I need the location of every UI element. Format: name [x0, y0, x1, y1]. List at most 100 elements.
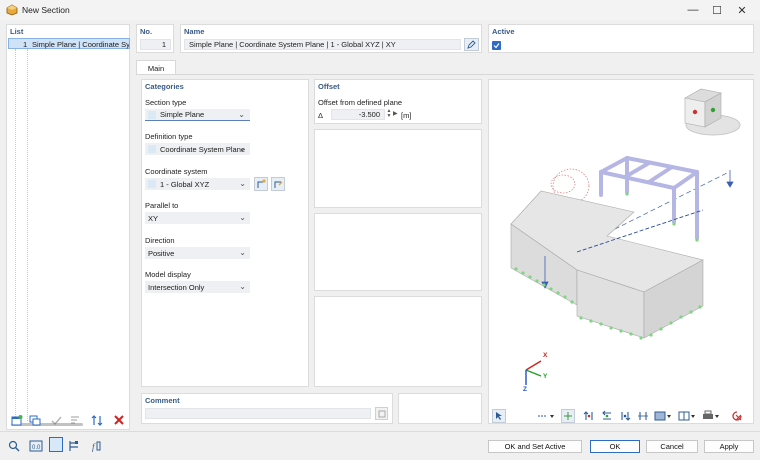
model-display-label: Model display [145, 270, 191, 279]
offset-input[interactable]: -3.500 [331, 109, 385, 120]
ok-and-set-active-button[interactable]: OK and Set Active [488, 440, 582, 453]
chevron-down-icon: ⌄ [239, 144, 246, 153]
list-item[interactable]: 1 Simple Plane | Coordinate Syste [8, 38, 130, 49]
offset-symbol: Δ [318, 111, 324, 120]
parallel-to-label: Parallel to [145, 201, 179, 210]
copy-item-icon[interactable] [26, 411, 44, 429]
coordinate-system-value: 1 - Global XYZ [160, 179, 210, 189]
axis-x-label: X [543, 352, 548, 359]
axis-z-label: Z [523, 386, 527, 393]
minimize-button[interactable]: — [682, 2, 704, 18]
tree-line [15, 49, 16, 421]
direction-select[interactable]: Positive ⌄ [145, 247, 250, 259]
active-header: Active [492, 27, 515, 36]
active-panel: Active [488, 24, 754, 53]
select-mode-icon[interactable] [492, 409, 506, 423]
view-y-icon[interactable] [599, 407, 615, 425]
title-bar: New Section — ☐ ✕ [0, 0, 760, 20]
no-panel: No. 1 [136, 24, 174, 53]
name-panel: Name Simple Plane | Coordinate System Pl… [180, 24, 482, 53]
definition-type-label: Definition type [145, 132, 193, 141]
comment-input[interactable] [145, 408, 371, 419]
empty-panel [314, 213, 482, 291]
reset-view-icon[interactable] [729, 407, 745, 425]
parallel-to-value: XY [148, 213, 159, 223]
coordinate-system-label: Coordinate system [145, 167, 208, 176]
display-options-icon[interactable] [535, 407, 557, 425]
structure-icon[interactable] [66, 437, 82, 455]
new-coordinate-system-icon[interactable] [254, 177, 268, 191]
svg-text:f: f [92, 442, 96, 452]
apply-button[interactable]: Apply [704, 440, 754, 453]
maximize-button[interactable]: ☐ [706, 2, 728, 18]
section-type-label: Section type [145, 98, 187, 107]
new-item-icon[interactable] [8, 411, 26, 429]
definition-type-select[interactable]: Coordinate System Plane ⌄ [145, 143, 250, 155]
cancel-button[interactable]: Cancel [646, 440, 698, 453]
comment-header: Comment [145, 396, 180, 405]
tab-main[interactable]: Main [136, 60, 176, 75]
name-header: Name [184, 27, 205, 36]
chevron-down-icon: ⌄ [238, 110, 245, 119]
model-view-canvas [510, 88, 741, 385]
offset-spinner-icon[interactable]: ▲ ▼ [386, 109, 392, 120]
model-display-value: Intersection Only [148, 282, 205, 292]
view-iso-icon[interactable] [635, 407, 651, 425]
direction-value: Positive [148, 248, 175, 258]
coordinate-system-swatch [148, 180, 156, 188]
visibility-icon[interactable] [677, 407, 697, 425]
rendering-icon[interactable] [653, 407, 673, 425]
tree-line [27, 49, 28, 421]
chevron-down-icon: ⌄ [239, 282, 246, 291]
print-icon[interactable] [701, 407, 721, 425]
section-type-swatch [148, 110, 156, 119]
list-panel: List 1 Simple Plane | Coordinate Syste [6, 24, 130, 430]
renumber-icon[interactable] [88, 411, 106, 429]
close-button[interactable]: ✕ [731, 2, 753, 18]
svg-text:0.0: 0.0 [32, 445, 41, 451]
edit-name-icon[interactable] [464, 38, 479, 51]
offset-header: Offset [318, 82, 340, 91]
grid-icon[interactable] [561, 409, 575, 423]
categories-header: Categories [145, 82, 184, 91]
delete-icon[interactable] [110, 411, 128, 429]
active-checkbox[interactable] [492, 41, 501, 50]
empty-panel [398, 393, 482, 424]
app-icon [6, 4, 18, 16]
section-type-value: Simple Plane [160, 110, 205, 119]
definition-type-value: Coordinate System Plane [160, 144, 246, 154]
display-toggle-icon[interactable] [49, 437, 63, 452]
view-z-icon[interactable] [617, 407, 633, 425]
chevron-down-icon: ⌄ [239, 179, 246, 188]
ok-button[interactable]: OK [590, 440, 640, 453]
no-field[interactable]: 1 [140, 39, 171, 50]
view-x-icon[interactable] [581, 407, 597, 425]
edit-coordinate-system-icon[interactable] [271, 177, 285, 191]
empty-panel [314, 129, 482, 208]
model-viewer[interactable]: X Y Z [488, 79, 754, 424]
sort-icon[interactable] [66, 411, 84, 429]
list-item-label: Simple Plane | Coordinate Syste [32, 40, 129, 49]
empty-panel [314, 296, 482, 387]
offset-unit: [m] [401, 111, 412, 120]
units-icon[interactable]: 0.0 [28, 437, 44, 455]
list-item-no: 1 [23, 40, 28, 49]
list-header: List [10, 27, 24, 36]
play-icon[interactable]: ▶ [393, 110, 398, 117]
check-icon[interactable] [48, 411, 66, 429]
name-field[interactable]: Simple Plane | Coordinate System Plane |… [184, 39, 461, 50]
section-type-select[interactable]: Simple Plane ⌄ [145, 109, 250, 121]
model-display-select[interactable]: Intersection Only ⌄ [145, 281, 250, 293]
search-icon[interactable] [6, 437, 22, 455]
bottom-divider [0, 431, 760, 432]
comment-panel: Comment [141, 393, 393, 424]
coordinate-system-select[interactable]: 1 - Global XYZ ⌄ [145, 178, 250, 190]
comment-library-icon[interactable] [375, 407, 388, 420]
function-icon[interactable]: f [88, 437, 104, 455]
offset-panel: Offset Offset from defined plane Δ -3.50… [314, 79, 482, 124]
axis-triad-icon [525, 360, 542, 385]
definition-type-swatch [148, 145, 156, 153]
parallel-to-select[interactable]: XY ⌄ [145, 212, 250, 224]
chevron-down-icon: ⌄ [239, 248, 246, 257]
window-title: New Section [22, 5, 70, 15]
